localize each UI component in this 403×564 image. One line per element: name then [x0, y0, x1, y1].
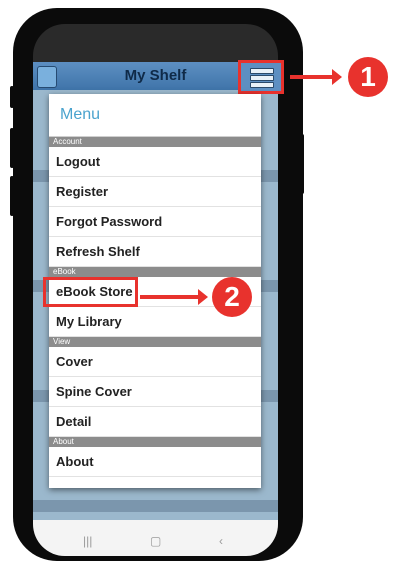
- menu-item-cover[interactable]: Cover: [49, 347, 261, 377]
- android-nav-bar: ||| ▢ ‹: [33, 520, 278, 556]
- menu-section-account: Account: [49, 137, 261, 147]
- menu-heading: Menu: [49, 94, 261, 137]
- step-badge-1: 1: [348, 57, 388, 97]
- menu-item-register[interactable]: Register: [49, 177, 261, 207]
- highlight-box: [43, 277, 138, 307]
- hamburger-list-icon: [250, 75, 274, 81]
- back-icon[interactable]: ‹: [219, 534, 223, 548]
- menu-section-about: About: [49, 437, 261, 447]
- menu-item-detail[interactable]: Detail: [49, 407, 261, 437]
- callout-arrow-2: [140, 289, 208, 305]
- menu-item-about[interactable]: About: [49, 447, 261, 477]
- recent-apps-icon[interactable]: |||: [83, 534, 92, 548]
- shelf-divider: [33, 500, 278, 512]
- menu-section-view: View: [49, 337, 261, 347]
- step-badge-2: 2: [212, 277, 252, 317]
- menu-item-spine-cover[interactable]: Spine Cover: [49, 377, 261, 407]
- hamburger-list-icon: [250, 82, 274, 88]
- home-icon[interactable]: ▢: [150, 534, 161, 548]
- menu-item-refresh-shelf[interactable]: Refresh Shelf: [49, 237, 261, 267]
- menu-toggle-button[interactable]: [238, 60, 284, 94]
- menu-section-ebook: eBook: [49, 267, 261, 277]
- menu-item-forgot-password[interactable]: Forgot Password: [49, 207, 261, 237]
- menu-item-logout[interactable]: Logout: [49, 147, 261, 177]
- hamburger-list-icon: [250, 68, 274, 74]
- callout-arrow-1: [290, 69, 342, 85]
